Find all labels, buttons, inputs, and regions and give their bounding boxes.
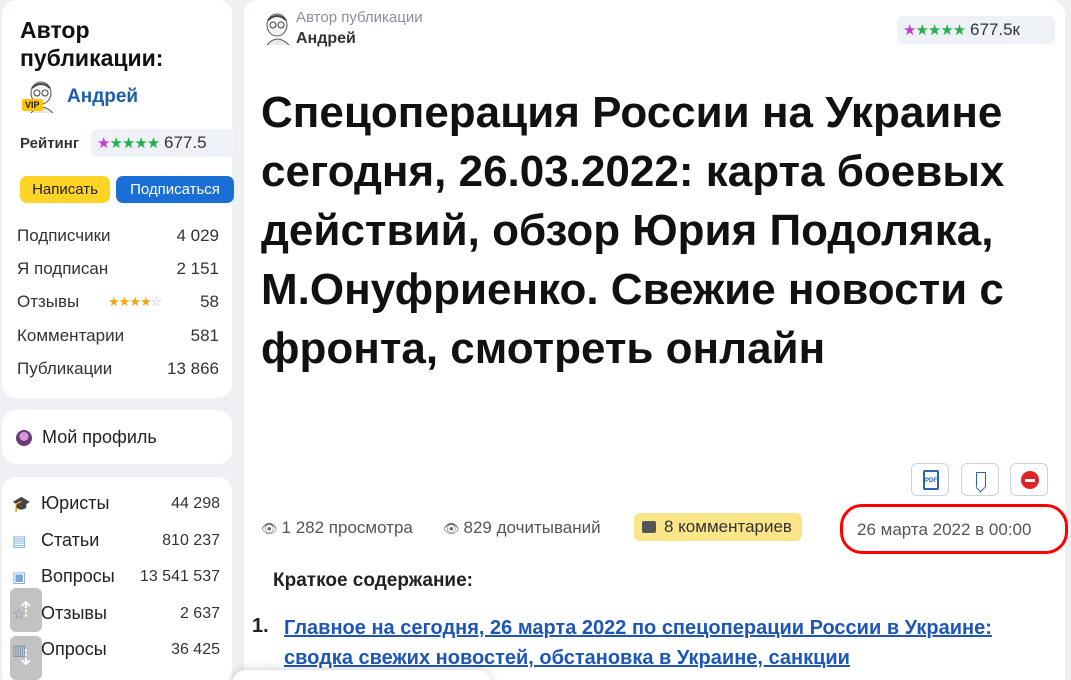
toc-number: 1. xyxy=(252,615,269,637)
rating-stars-icon: ★★★★★ xyxy=(903,22,966,39)
nav-label: Вопросы xyxy=(41,566,115,586)
questions-icon: ▣ xyxy=(12,569,27,586)
subscribe-button[interactable]: Подписаться xyxy=(116,176,234,203)
toc-link[interactable]: Главное на сегодня, 26 марта 2022 по спе… xyxy=(284,613,1044,673)
nav-label: Юристы xyxy=(41,493,110,513)
author-label: Автор публикации xyxy=(296,9,423,26)
stat-reviews[interactable]: Отзывы ★★★★☆ 58 xyxy=(17,292,219,314)
pdf-button[interactable]: PDF xyxy=(911,463,949,496)
stat-value: 2 151 xyxy=(176,259,219,278)
my-profile-label: Мой профиль xyxy=(42,427,157,447)
rating-value: 677.5к xyxy=(969,20,1020,39)
stat-comments[interactable]: Комментарии 581 xyxy=(17,326,219,348)
stat-label: Я подписан xyxy=(17,259,109,278)
stat-value: 581 xyxy=(190,326,219,345)
nav-item-polls[interactable]: ▥ Опросы 36 425 xyxy=(12,639,220,663)
reads-count: 👁 829 дочитываний xyxy=(443,518,601,538)
nav-count: 810 237 xyxy=(162,532,220,549)
stat-value: 13 866 xyxy=(167,359,219,378)
author-name-link[interactable]: Андрей xyxy=(296,30,356,48)
rating-label: Рейтинг xyxy=(20,135,80,152)
comments-text: 8 комментариев xyxy=(664,517,792,536)
scroll-controls: ⇡ ⇣ xyxy=(10,588,42,680)
views-count: 👁 1 282 просмотра xyxy=(261,518,413,538)
article-card: Автор публикации Андрей ★★★★★ 677.5к Спе… xyxy=(244,0,1068,680)
comments-link[interactable]: 8 комментариев xyxy=(634,513,802,541)
stat-label: Отзывы xyxy=(17,292,80,311)
stop-icon xyxy=(1021,471,1039,489)
scroll-down-icon[interactable]: ⇣ xyxy=(10,636,42,680)
nav-count: 2 637 xyxy=(179,605,220,622)
stat-label: Подписчики xyxy=(17,226,111,245)
stat-label: Комментарии xyxy=(17,326,125,345)
nav-label: Опросы xyxy=(41,639,107,659)
write-button[interactable]: Написать xyxy=(20,176,110,203)
stat-value: 58 xyxy=(200,292,219,311)
scroll-up-icon[interactable]: ⇡ xyxy=(10,588,42,632)
stat-subscribers[interactable]: Подписчики 4 029 xyxy=(17,226,219,248)
author-name-link[interactable]: Андрей xyxy=(67,86,138,108)
vip-badge: VIP xyxy=(22,99,43,111)
nav-count: 36 425 xyxy=(171,641,220,658)
nav-label: Статьи xyxy=(41,530,100,550)
bookmark-button[interactable] xyxy=(961,463,999,496)
my-profile-link[interactable]: Мой профиль xyxy=(2,410,232,464)
article-title: Спецоперация России на Украине сегодня, … xyxy=(261,88,1005,373)
author-avatar[interactable]: VIP xyxy=(22,79,56,114)
review-stars-icon: ★★★★☆ xyxy=(108,294,162,309)
nav-item-articles[interactable]: ▤ Статьи 810 237 xyxy=(12,530,220,554)
nav-item-reviews[interactable]: ☆ Отзывы 2 637 xyxy=(12,603,220,627)
bookmark-icon xyxy=(976,472,986,487)
author-card: Автор публикации: VIP Андрей Рейтинг ★★★… xyxy=(2,0,234,398)
comment-icon xyxy=(642,521,656,533)
nav-label: Отзывы xyxy=(41,603,107,623)
eye-icon: 👁 xyxy=(443,521,460,536)
lawyer-icon: 🎓 xyxy=(12,496,31,513)
stat-subscribed[interactable]: Я подписан 2 151 xyxy=(17,259,219,281)
avatar-icon xyxy=(16,430,32,446)
articles-icon: ▤ xyxy=(12,533,27,550)
publish-date: 26 марта 2022 в 00:00 xyxy=(857,520,1032,539)
stat-value: 4 029 xyxy=(176,226,219,245)
date-highlight: 26 марта 2022 в 00:00 xyxy=(840,504,1068,554)
nav-item-lawyers[interactable]: 🎓 Юристы 44 298 xyxy=(12,493,220,517)
nav-count: 44 298 xyxy=(171,495,220,512)
rating-stars-icon: ★★★★★ xyxy=(97,135,160,152)
author-card-title: Автор публикации: xyxy=(20,17,164,71)
bottom-panel xyxy=(232,670,492,680)
block-button[interactable] xyxy=(1010,463,1048,496)
nav-count: 13 541 537 xyxy=(139,568,220,585)
author-avatar[interactable] xyxy=(258,11,292,46)
eye-icon: 👁 xyxy=(261,521,278,536)
rating-value: 677.5 xyxy=(163,133,207,152)
views-text: 1 282 просмотра xyxy=(281,518,413,537)
summary-heading: Краткое содержание: xyxy=(273,570,474,591)
author-rating-badge: ★★★★★ 677.5к xyxy=(897,16,1055,44)
rating-badge: ★★★★★ 677.5 xyxy=(91,129,234,157)
reads-text: 829 дочитываний xyxy=(463,518,601,537)
stat-label: Публикации xyxy=(17,359,113,378)
pdf-icon: PDF xyxy=(923,470,939,490)
nav-item-questions[interactable]: ▣ Вопросы 13 541 537 xyxy=(12,566,220,590)
stat-publications[interactable]: Публикации 13 866 xyxy=(17,359,219,381)
